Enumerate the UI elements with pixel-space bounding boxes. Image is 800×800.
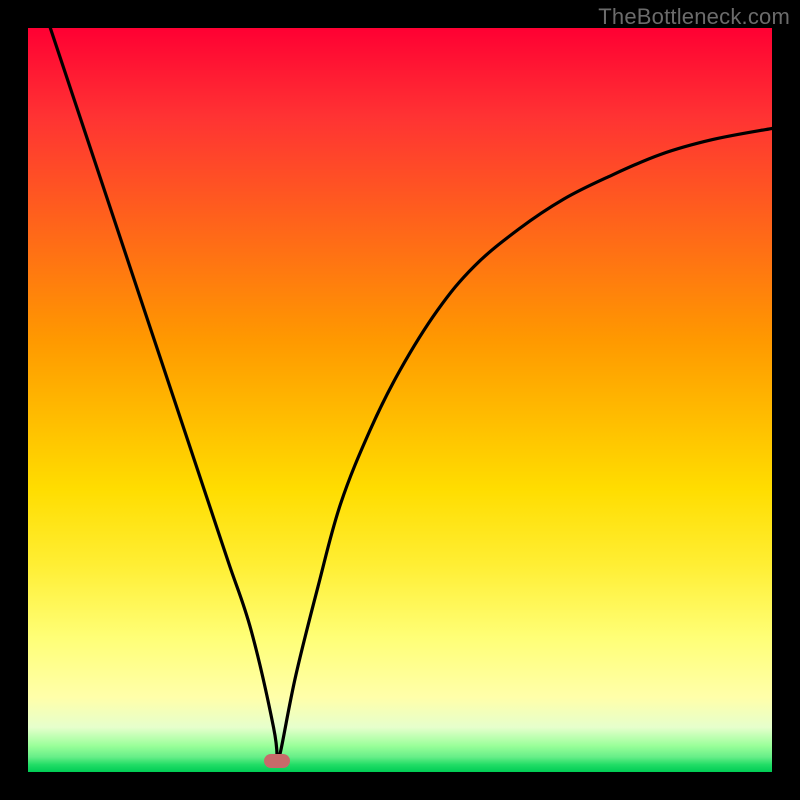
chart-curve-svg	[28, 28, 772, 772]
chart-marker	[264, 754, 290, 768]
chart-plot-area	[28, 28, 772, 772]
watermark-text: TheBottleneck.com	[598, 4, 790, 30]
chart-frame: TheBottleneck.com	[0, 0, 800, 800]
chart-curve	[50, 28, 772, 761]
